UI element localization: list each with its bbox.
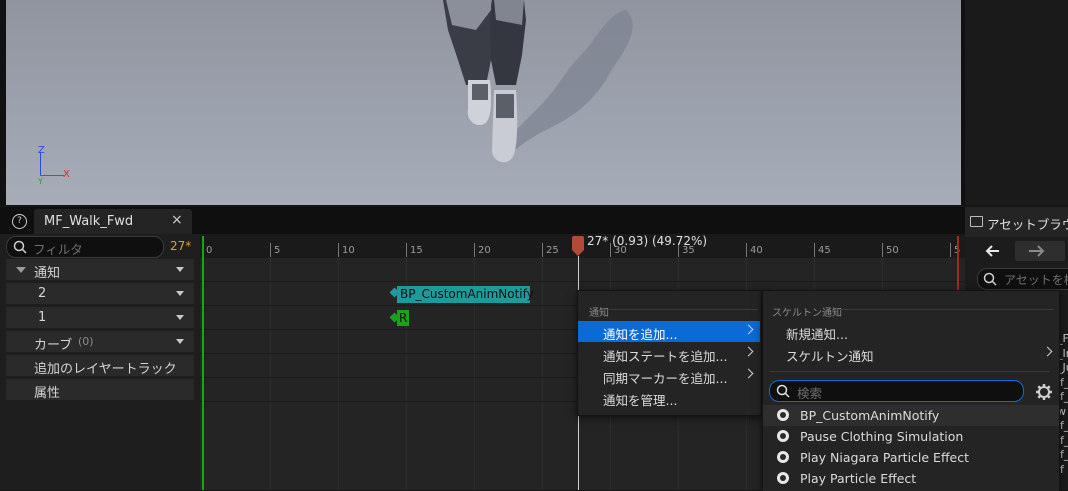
ruler-label: 40 [750, 245, 763, 256]
curves-count: (0) [78, 335, 94, 348]
manage-notifies-label: 通知を管理... [603, 393, 678, 408]
sync-marker[interactable]: R [397, 310, 409, 326]
start-range-line[interactable] [202, 236, 204, 490]
search-icon [13, 240, 27, 254]
current-frame-indicator: 27* [170, 239, 192, 253]
new-notify-menu-item[interactable]: 新規通知... [763, 321, 1059, 342]
tab-title: MF_Walk_Fwd [44, 214, 134, 229]
notify-event-bp-customanimnotify[interactable]: BP_CustomAnimNotify [397, 286, 534, 303]
add-notify-menu-item[interactable]: 通知を追加... [578, 321, 760, 342]
submenu-header: スケルトン通知 [772, 308, 842, 319]
dropdown-caret-icon[interactable] [176, 291, 184, 296]
gear-icon[interactable] [1035, 383, 1053, 401]
ruler-label: 45 [818, 245, 831, 256]
notify-option-label: BP_CustomAnimNotify [800, 408, 940, 423]
divider [608, 309, 758, 310]
add-notify-state-label: 通知ステートを追加... [603, 349, 728, 364]
notify-option-play-niagara[interactable]: Play Niagara Particle Effect [763, 447, 1059, 468]
dropdown-caret-icon[interactable] [176, 339, 184, 344]
notify-option-pause-clothing[interactable]: Pause Clothing Simulation [763, 426, 1059, 447]
notify-option-label: Play Particle Effect [800, 471, 917, 486]
ruler-label: 25 [546, 245, 559, 256]
chevron-right-icon [743, 346, 754, 357]
asset-browser-title: アセットブラウ [987, 217, 1068, 232]
skeleton-notify-submenu: スケルトン通知 新規通知... スケルトン通知 検索 BP_CustomAnim… [762, 290, 1060, 491]
notify-option-play-particle[interactable]: Play Particle Effect [763, 468, 1059, 489]
notify-track-2[interactable]: 2 [6, 283, 194, 304]
search-icon [983, 272, 997, 286]
dropdown-caret-icon[interactable] [176, 315, 184, 320]
notify-context-menu: 通知 通知を追加... 通知ステートを追加... 同期マーカーを追加... 通知… [577, 290, 762, 416]
track-attributes[interactable]: 属性 [6, 379, 194, 401]
help-icon[interactable]: ? [12, 214, 27, 229]
notify-track-1-label: 1 [38, 310, 47, 325]
ruler-label: 20 [478, 245, 491, 256]
y-axis-label: Y [38, 177, 43, 186]
ruler-label: 15 [410, 245, 423, 256]
track-additive-layer-label: 追加のレイヤートラック [34, 362, 177, 377]
chevron-right-icon [743, 324, 754, 335]
forward-arrow-icon[interactable] [1015, 241, 1065, 261]
context-menu-header: 通知 [589, 308, 609, 319]
notify-search-placeholder: 検索 [797, 386, 823, 401]
details-panel [965, 0, 1068, 205]
asset-search-input[interactable]: アセットを検 [977, 268, 1068, 290]
notify-option-label: Play Niagara Particle Effect [800, 450, 970, 465]
ruler-label: 50 [886, 245, 899, 256]
track-attributes-label: 属性 [34, 386, 61, 401]
anim-notify-icon [777, 409, 789, 421]
track-curves[interactable]: カーブ (0) [6, 331, 194, 353]
track-additive-layer[interactable]: 追加のレイヤートラック [6, 355, 194, 377]
filter-placeholder: フィルタ [33, 242, 83, 257]
playhead-handle[interactable] [572, 236, 584, 250]
track-notify-label: 通知 [34, 266, 61, 281]
skeleton-notify-menu-item[interactable]: スケルトン通知 [763, 343, 1059, 364]
tab-close-icon[interactable]: × [171, 212, 183, 228]
asset-browser-tab[interactable]: アセットブラウ [965, 207, 1068, 237]
track-curves-label: カーブ [34, 338, 73, 353]
add-notify-label: 通知を追加... [603, 327, 678, 342]
collapse-arrow-icon[interactable] [16, 267, 26, 273]
tab-mf-walk-fwd[interactable]: MF_Walk_Fwd × [34, 209, 192, 234]
ruler-label: 0 [206, 245, 213, 256]
dropdown-caret-icon[interactable] [176, 267, 184, 272]
sync-marker-label: R [399, 311, 408, 325]
anim-notify-icon [777, 451, 789, 463]
manage-notifies-menu-item[interactable]: 通知を管理... [578, 387, 760, 408]
chevron-right-icon [1042, 346, 1053, 357]
filter-input[interactable]: フィルタ [6, 236, 164, 258]
back-arrow-icon[interactable] [979, 241, 1009, 261]
anim-sequence-tabbar: ? MF_Walk_Fwd × [0, 207, 965, 234]
playhead-time-readout: 27* (0.93) (49.72%) [587, 234, 708, 248]
asset-search-placeholder: アセットを検 [1004, 273, 1068, 287]
new-notify-label: 新規通知... [786, 327, 848, 342]
notify-track-2-label: 2 [38, 286, 47, 301]
notify-option-bp-customanimnotify[interactable]: BP_CustomAnimNotify [763, 405, 1059, 426]
add-notify-state-menu-item[interactable]: 通知ステートを追加... [578, 343, 760, 364]
search-icon [776, 384, 790, 398]
add-sync-marker-label: 同期マーカーを追加... [603, 371, 728, 386]
notify-event-label: BP_CustomAnimNotify [400, 287, 534, 301]
character-preview [443, 0, 633, 163]
divider [839, 309, 1053, 310]
folder-icon [970, 216, 983, 227]
ruler-label: 10 [342, 245, 355, 256]
notify-track-1[interactable]: 1 [6, 307, 194, 328]
notify-search-input[interactable]: 検索 [769, 380, 1024, 402]
ruler-label: 5 [274, 245, 281, 256]
animation-viewport[interactable]: Z X Y [6, 0, 961, 205]
anim-notify-icon [777, 472, 789, 484]
add-sync-marker-menu-item[interactable]: 同期マーカーを追加... [578, 365, 760, 386]
divider [770, 371, 1050, 372]
track-notify[interactable]: 通知 [6, 259, 194, 281]
x-axis-line [40, 175, 64, 176]
chevron-right-icon [743, 368, 754, 379]
z-axis-label: Z [38, 145, 45, 156]
skeleton-notify-label: スケルトン通知 [786, 349, 874, 364]
x-axis-label: X [63, 169, 70, 180]
anim-notify-icon [777, 430, 789, 442]
notify-option-label: Pause Clothing Simulation [800, 429, 964, 444]
